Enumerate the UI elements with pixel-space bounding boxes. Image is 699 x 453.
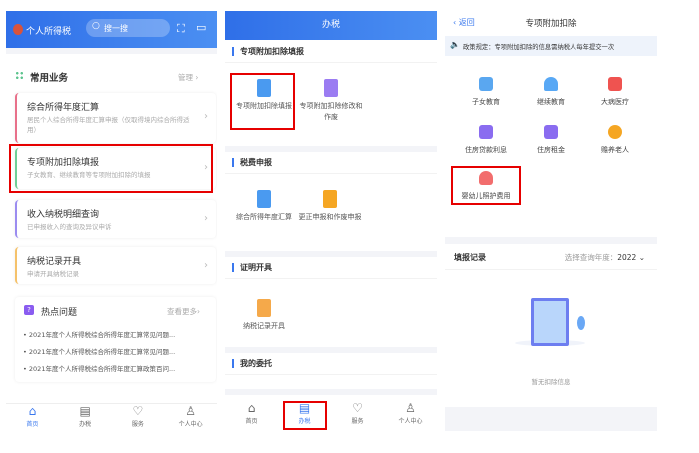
elderly-icon: [608, 125, 622, 139]
card-subtitle: 居民个人综合所得年度汇算申报（仅取得境内综合所得适用）: [27, 116, 190, 134]
highlight-box: [230, 73, 295, 130]
home-screen: 个人所得税 ○ 搜一搜 ⛶ ▭ 常用业务 管理 › 综合所得年度汇算 居民个人综…: [6, 11, 217, 431]
home-header: 个人所得税 ○ 搜一搜 ⛶ ▭: [6, 11, 217, 48]
card-tax-record[interactable]: 纳税记录开具 申请开具纳税记录 ›: [15, 247, 216, 284]
search-icon: ○: [92, 21, 100, 31]
card-income-query[interactable]: 收入纳税明细查询 已申报收入的查询及异议申诉 ›: [15, 200, 216, 238]
document-check-icon: [257, 190, 271, 208]
search-placeholder: 搜一搜: [104, 24, 128, 33]
item-housing-rent[interactable]: 住房租金: [516, 125, 586, 155]
house-icon: [479, 125, 493, 139]
notice-bar: 🔈 政策规定：专项附加扣除的信息需纳税人每年提交一次: [445, 36, 657, 56]
tile-annual-settlement[interactable]: 综合所得年度汇算: [229, 190, 299, 223]
year-select[interactable]: 选择查询年度：2022 ⌄: [565, 252, 645, 263]
more-link[interactable]: 查看更多›: [167, 306, 200, 317]
notice-text: 政策规定：专项附加扣除的信息需纳税人每年提交一次: [463, 44, 615, 51]
user-icon: ♙: [185, 404, 196, 418]
message-icon[interactable]: ▭: [196, 21, 206, 34]
special-deduction-screen: ‹ 返回 专项附加扣除 🔈 政策规定：专项附加扣除的信息需纳税人每年提交一次 子…: [445, 11, 657, 431]
home-icon: ⌂: [28, 404, 37, 418]
tax-header: 办税: [225, 11, 437, 40]
document-stamp-icon: [257, 299, 271, 317]
section-title: 常用业务: [30, 73, 69, 84]
card-subtitle: 已申报收入的查询及异议申诉: [27, 223, 112, 231]
records-title: 填报记录: [454, 253, 486, 262]
document-cancel-icon: [323, 190, 337, 208]
item-elderly-support[interactable]: 赡养老人: [580, 125, 650, 155]
tile-correction[interactable]: 更正申报和作废申报: [295, 190, 365, 223]
document-settings-icon: [324, 79, 338, 97]
empty-message: 暂无扣除信息: [531, 378, 571, 386]
chevron-right-icon: ›: [204, 260, 208, 271]
empty-illustration: [515, 296, 585, 346]
divider: [445, 237, 657, 244]
house-key-icon: [544, 125, 558, 139]
question-icon: ?: [24, 305, 34, 315]
tile-tax-record[interactable]: 纳税记录开具: [229, 299, 299, 332]
section-delegation: 我的委托: [225, 353, 437, 375]
chevron-down-icon: ⌄: [638, 253, 645, 262]
item-serious-illness[interactable]: 大病医疗: [580, 77, 650, 107]
nav-tax[interactable]: ▤ 办税: [59, 404, 112, 431]
bottom-nav: ⌂ 首页 ▤ 办税 ♡ 服务 ♙ 个人中心: [225, 401, 437, 429]
highlight-box: [451, 166, 521, 205]
item-housing-loan[interactable]: 住房贷款利息: [451, 125, 521, 155]
tax-emblem-icon: [13, 24, 23, 35]
heart-hands-icon: ♡: [352, 401, 363, 415]
card-title: 收入纳税明细查询: [27, 210, 100, 220]
nav-home[interactable]: ⌂ 首页: [225, 401, 278, 429]
medical-kit-icon: [608, 77, 622, 91]
hot-item[interactable]: • 2021年度个人所得税综合所得年度汇算政策百问...: [23, 361, 175, 378]
divider: [225, 389, 437, 395]
chevron-right-icon: ›: [204, 213, 208, 224]
chevron-right-icon: ›: [204, 111, 208, 122]
speaker-icon: 🔈: [450, 40, 460, 49]
hot-item[interactable]: • 2021年度个人所得税综合所得年度汇算常见问题...: [23, 327, 175, 344]
app-title: 个人所得税: [26, 27, 72, 37]
home-icon: ⌂: [247, 401, 256, 415]
back-button[interactable]: ‹ 返回: [453, 17, 475, 28]
nav-home[interactable]: ⌂ 首页: [6, 404, 59, 431]
document-icon: ▤: [79, 404, 91, 418]
graduation-cap-icon: [544, 77, 558, 91]
item-continuing-education[interactable]: 继续教育: [516, 77, 586, 107]
apps-icon: [15, 71, 24, 80]
nav-profile[interactable]: ♙ 个人中心: [384, 401, 437, 429]
nav-profile[interactable]: ♙ 个人中心: [164, 404, 217, 431]
hot-item[interactable]: • 2021年度个人所得税综合所得年度汇算常见问题...: [23, 344, 175, 361]
books-icon: [479, 77, 493, 91]
section-tax-filing: 税费申报: [225, 152, 437, 174]
hot-title: 热点问题: [41, 308, 78, 318]
page-title: 专项附加扣除: [525, 19, 577, 29]
item-child-education[interactable]: 子女教育: [451, 77, 521, 107]
card-title: 纳税记录开具: [27, 257, 82, 267]
nav-service[interactable]: ♡ 服务: [112, 404, 165, 431]
page-title: 办税: [321, 20, 340, 30]
section-special-deduction: 专项附加扣除填报: [225, 41, 437, 63]
highlight-box: [9, 144, 213, 193]
section-certificate: 证明开具: [225, 257, 437, 279]
heart-hands-icon: ♡: [132, 404, 144, 418]
user-icon: ♙: [405, 401, 416, 415]
scan-icon[interactable]: ⛶: [177, 22, 185, 36]
hot-list: • 2021年度个人所得税综合所得年度汇算常见问题... • 2021年度个人所…: [23, 327, 175, 378]
card-title: 综合所得年度汇算: [27, 103, 100, 113]
nav-service[interactable]: ♡ 服务: [331, 401, 384, 429]
bottom-nav: ⌂ 首页 ▤ 办税 ♡ 服务 ♙ 个人中心: [6, 403, 217, 431]
manage-button[interactable]: 管理 ›: [178, 72, 198, 83]
highlight-box: [283, 401, 327, 430]
hot-questions-card: ? 热点问题 查看更多› • 2021年度个人所得税综合所得年度汇算常见问题..…: [15, 297, 216, 382]
card-subtitle: 申请开具纳税记录: [27, 270, 79, 278]
tile-special-deduction-modify[interactable]: 专项附加扣除修改和作废: [298, 79, 364, 123]
card-annual-settlement[interactable]: 综合所得年度汇算 居民个人综合所得年度汇算申报（仅取得境内综合所得适用） ›: [15, 93, 216, 143]
divider: [6, 48, 217, 54]
search-input[interactable]: ○ 搜一搜: [86, 19, 170, 37]
records-header: 填报记录 选择查询年度：2022 ⌄: [445, 244, 657, 270]
footer-area: [445, 407, 657, 431]
